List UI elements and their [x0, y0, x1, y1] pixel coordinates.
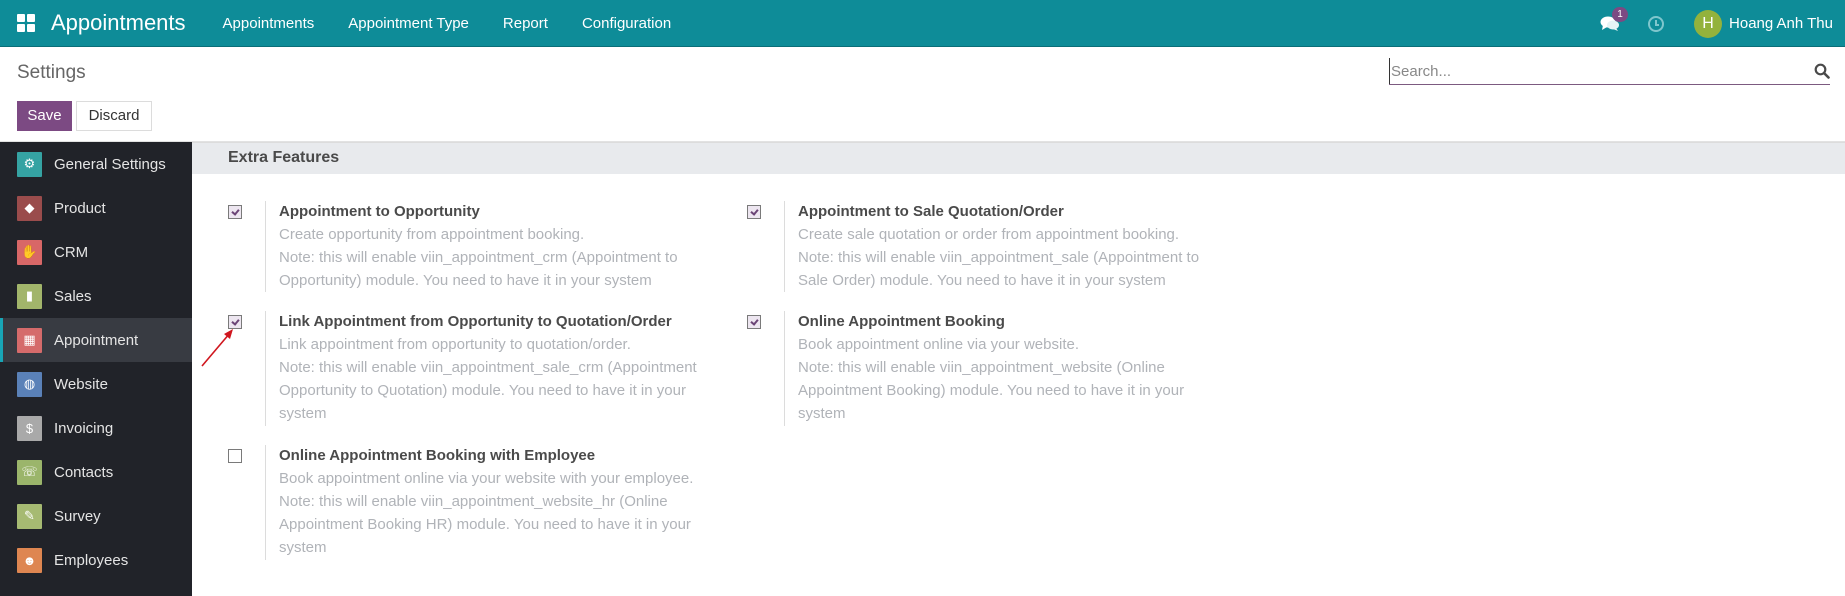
setting-desc-line: system [798, 405, 846, 422]
notification-badge: 1 [1612, 6, 1629, 22]
section-header: Extra Features [192, 142, 1845, 174]
setting-label[interactable]: Link Appointment from Opportunity to Quo… [279, 311, 719, 333]
setting-desc-line: Note: this will enable viin_appointment_… [279, 359, 697, 376]
setting-desc-line: Create sale quotation or order from appo… [798, 226, 1180, 243]
appointment-icon: ▦ [17, 327, 42, 353]
sidebar-item-general-settings[interactable]: ⚙ General Settings [0, 142, 192, 186]
sidebar-item-label: Appointment [54, 331, 139, 349]
setting-desc-line: Note: this will enable viin_appointment_… [798, 359, 1165, 376]
sidebar-item-label: General Settings [54, 155, 166, 173]
gear-icon: ⚙ [17, 151, 42, 177]
top-navbar: Appointments Appointments Appointment Ty… [0, 0, 1845, 47]
setting-desc-line: Sale Order) module. You need to have it … [798, 272, 1166, 289]
setting-desc-line: system [279, 405, 327, 422]
messaging-button[interactable]: 1 [1600, 6, 1629, 33]
sidebar-item-label: Invoicing [54, 419, 114, 437]
app-title[interactable]: Appointments [51, 10, 186, 36]
save-button[interactable]: Save [17, 101, 72, 131]
checkbox[interactable] [747, 315, 761, 329]
sidebar-item-label: Survey [54, 507, 101, 525]
phone-icon: ☏ [17, 459, 42, 485]
annotation-arrow-icon [201, 329, 233, 367]
sidebar-item-label: CRM [54, 243, 89, 261]
setting-desc-line: Note: this will enable viin_appointment_… [798, 249, 1200, 266]
discard-button[interactable]: Discard [76, 101, 152, 131]
survey-icon: ✎ [17, 503, 42, 529]
search-icon[interactable] [1814, 63, 1830, 79]
setting-desc-line: Link appointment from opportunity to quo… [279, 336, 631, 353]
people-icon: ☻ [17, 547, 42, 573]
setting-label[interactable]: Appointment to Sale Quotation/Order [798, 201, 1238, 223]
search-input[interactable] [1389, 58, 1789, 84]
sidebar-item-website[interactable]: ◍ Website [0, 362, 192, 406]
sidebar-item-label: Employees [54, 551, 129, 569]
search-bar [1389, 58, 1830, 85]
setting-desc-line: Book appointment online via your website… [798, 336, 1080, 353]
menu-appointment-type[interactable]: Appointment Type [331, 15, 486, 32]
sidebar-item-appointment[interactable]: ▦ Appointment [0, 318, 192, 362]
setting-label[interactable]: Online Appointment Booking [798, 311, 1238, 333]
invoice-icon: $ [17, 415, 42, 441]
menu-appointments[interactable]: Appointments [206, 15, 332, 32]
settings-sidebar: ⚙ General Settings ◆ Product ✋ CRM ▮ Sal… [0, 142, 192, 596]
setting-label[interactable]: Appointment to Opportunity [279, 201, 719, 223]
globe-icon: ◍ [17, 371, 42, 397]
sidebar-item-employees[interactable]: ☻ Employees [0, 538, 192, 582]
activity-clock-icon[interactable] [1648, 15, 1665, 32]
handshake-icon: ✋ [17, 239, 42, 265]
settings-content: Extra Features Appointment to Opportunit… [192, 142, 1845, 596]
user-menu[interactable]: Hoang Anh Thu [1729, 15, 1833, 32]
chart-icon: ▮ [17, 283, 42, 309]
sidebar-item-survey[interactable]: ✎ Survey [0, 494, 192, 538]
sidebar-item-crm[interactable]: ✋ CRM [0, 230, 192, 274]
sidebar-item-label: Website [54, 375, 108, 393]
control-panel: Settings Save Discard [0, 48, 1845, 142]
sidebar-item-label: Sales [54, 287, 92, 305]
sidebar-item-contacts[interactable]: ☏ Contacts [0, 450, 192, 494]
sidebar-item-label: Product [54, 199, 106, 217]
setting-desc-line: Opportunity to Quotation) module. You ne… [279, 382, 686, 399]
menu-report[interactable]: Report [486, 15, 565, 32]
setting-desc-line: Create opportunity from appointment book… [279, 226, 585, 243]
page-title: Settings [17, 62, 86, 83]
sidebar-item-product[interactable]: ◆ Product [0, 186, 192, 230]
setting-desc-line: Note: this will enable viin_appointment_… [279, 493, 668, 510]
menu-configuration[interactable]: Configuration [565, 15, 688, 32]
checkbox[interactable] [228, 449, 242, 463]
sidebar-item-invoicing[interactable]: $ Invoicing [0, 406, 192, 450]
checkbox[interactable] [228, 205, 242, 219]
setting-label[interactable]: Online Appointment Booking with Employee [279, 445, 719, 467]
setting-desc-line: Appointment Booking HR) module. You need… [279, 516, 691, 533]
setting-desc-line: Appointment Booking) module. You need to… [798, 382, 1185, 399]
section-title: Extra Features [228, 149, 340, 166]
setting-desc-line: system [279, 539, 327, 556]
user-avatar[interactable]: H [1694, 9, 1723, 38]
sidebar-item-sales[interactable]: ▮ Sales [0, 274, 192, 318]
setting-desc-line: Note: this will enable viin_appointment_… [279, 249, 678, 266]
sidebar-item-label: Contacts [54, 463, 114, 481]
setting-desc-line: Book appointment online via your website… [279, 470, 694, 487]
apps-menu-icon[interactable] [17, 14, 35, 32]
setting-desc-line: Opportunity) module. You need to have it… [279, 272, 652, 289]
checkbox[interactable] [747, 205, 761, 219]
tag-icon: ◆ [17, 195, 42, 221]
